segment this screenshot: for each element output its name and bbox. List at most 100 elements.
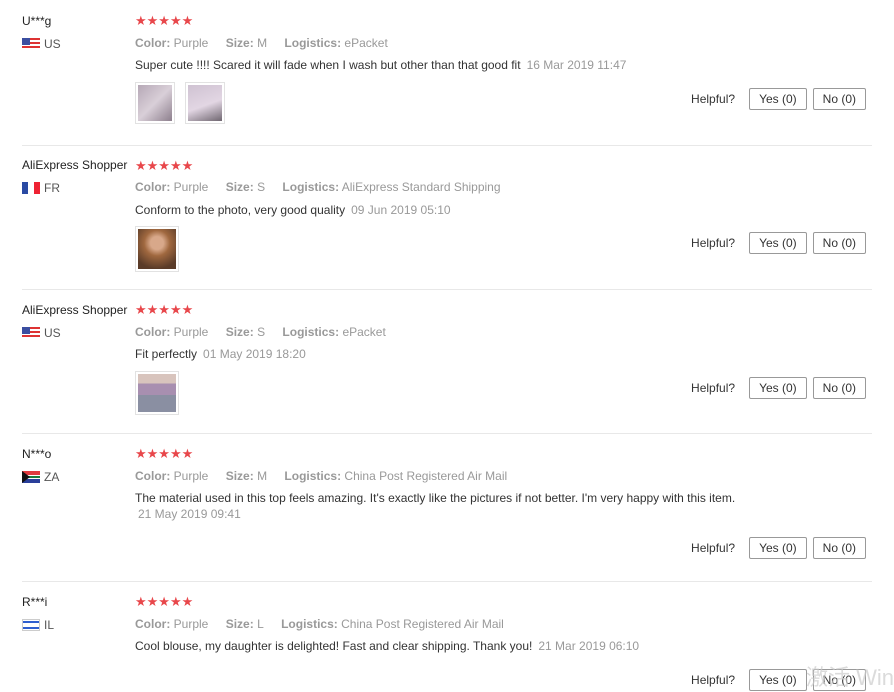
size-label: Size: xyxy=(225,617,254,631)
il-flag-icon xyxy=(22,619,40,631)
reviewer-name: N***o xyxy=(22,447,52,461)
color-label: Color: xyxy=(135,36,171,50)
country-code: US xyxy=(44,37,61,51)
order-info: Color: Purple Size: M Logistics: ePacket xyxy=(135,36,402,50)
size-label: Size: xyxy=(225,180,254,194)
helpful-no-button[interactable]: No (0) xyxy=(812,232,866,254)
review-text: Conform to the photo, very good quality 0… xyxy=(135,203,451,217)
helpful-label: Helpful? xyxy=(691,381,736,395)
us-flag-icon xyxy=(22,327,40,339)
country-code: US xyxy=(44,326,61,340)
helpful-label: Helpful? xyxy=(691,92,736,106)
review-date: 21 May 2019 09:41 xyxy=(138,507,241,521)
review-date: 09 Jun 2019 05:10 xyxy=(351,203,451,217)
color-value: Purple xyxy=(173,36,209,50)
logistics-value: AliExpress Standard Shipping xyxy=(341,180,501,194)
photo-image xyxy=(138,85,172,121)
color-label: Color: xyxy=(135,617,171,631)
logistics-label: Logistics: xyxy=(282,180,340,194)
reviewer-name: U***g xyxy=(22,14,52,28)
review-body: Fit perfectly xyxy=(135,347,198,361)
color-value: Purple xyxy=(173,617,209,631)
size-value: M xyxy=(257,36,268,50)
divider xyxy=(22,433,872,434)
country-code: IL xyxy=(44,618,55,632)
helpful-label: Helpful? xyxy=(691,236,736,250)
review-photo[interactable] xyxy=(135,226,179,272)
logistics-label: Logistics: xyxy=(284,469,342,483)
divider xyxy=(22,289,872,290)
rating-stars: ★★★★★ xyxy=(135,302,194,317)
helpful-label: Helpful? xyxy=(691,673,736,687)
reviewer-country: US xyxy=(22,37,61,51)
color-value: Purple xyxy=(173,325,209,339)
review-date: 16 Mar 2019 11:47 xyxy=(526,58,627,72)
review-text: Fit perfectly 01 May 2019 18:20 xyxy=(135,347,306,361)
reviewer-country: ZA xyxy=(22,470,59,484)
reviewer-country: IL xyxy=(22,618,54,632)
reviewer-country: FR xyxy=(22,181,60,195)
rating-stars: ★★★★★ xyxy=(135,594,194,609)
logistics-value: ePacket xyxy=(344,36,388,50)
logistics-value: China Post Registered Air Mail xyxy=(341,617,504,631)
review-photo[interactable] xyxy=(185,82,225,124)
order-info: Color: Purple Size: S Logistics: AliExpr… xyxy=(135,180,515,194)
reviewer-name: AliExpress Shopper xyxy=(22,303,128,317)
size-value: L xyxy=(257,617,264,631)
rating-stars: ★★★★★ xyxy=(135,13,194,28)
review-body: Super cute !!!! Scared it will fade when… xyxy=(135,58,521,72)
color-label: Color: xyxy=(135,469,171,483)
helpful-votes: Helpful? Yes (0) No (0) xyxy=(691,537,866,559)
photo-image xyxy=(188,85,222,121)
photo-image xyxy=(138,374,176,412)
helpful-votes: Helpful? Yes (0) No (0) xyxy=(691,232,866,254)
color-value: Purple xyxy=(173,469,209,483)
review-text: Super cute !!!! Scared it will fade when… xyxy=(135,58,626,72)
helpful-no-button[interactable]: No (0) xyxy=(812,88,866,110)
reviewer-name: AliExpress Shopper xyxy=(22,158,128,172)
us-flag-icon xyxy=(22,38,40,50)
review-photo[interactable] xyxy=(135,82,175,124)
review-text: Cool blouse, my daughter is delighted! F… xyxy=(135,639,639,653)
color-label: Color: xyxy=(135,325,171,339)
helpful-yes-button[interactable]: Yes (0) xyxy=(749,377,807,399)
size-value: S xyxy=(257,180,266,194)
reviewer-country: US xyxy=(22,326,61,340)
fr-flag-icon xyxy=(22,182,40,194)
order-info: Color: Purple Size: S Logistics: ePacket xyxy=(135,325,400,339)
size-value: M xyxy=(257,469,268,483)
logistics-value: China Post Registered Air Mail xyxy=(344,469,508,483)
color-label: Color: xyxy=(135,180,171,194)
helpful-yes-button[interactable]: Yes (0) xyxy=(749,88,807,110)
logistics-label: Logistics: xyxy=(282,325,340,339)
country-code: FR xyxy=(44,181,60,195)
size-label: Size: xyxy=(225,36,254,50)
divider xyxy=(22,145,872,146)
helpful-yes-button[interactable]: Yes (0) xyxy=(749,537,807,559)
divider xyxy=(22,581,872,582)
helpful-votes: Helpful? Yes (0) No (0) xyxy=(691,377,866,399)
review-photo[interactable] xyxy=(135,371,179,415)
rating-stars: ★★★★★ xyxy=(135,158,194,173)
helpful-no-button[interactable]: No (0) xyxy=(812,377,866,399)
size-label: Size: xyxy=(225,469,254,483)
logistics-label: Logistics: xyxy=(284,36,342,50)
helpful-label: Helpful? xyxy=(691,541,736,555)
za-flag-icon xyxy=(22,471,40,483)
review-date: 01 May 2019 18:20 xyxy=(203,347,306,361)
review-date: 21 Mar 2019 06:10 xyxy=(538,639,640,653)
size-value: S xyxy=(257,325,266,339)
review-body: Cool blouse, my daughter is delighted! F… xyxy=(135,639,533,653)
review-body: Conform to the photo, very good quality xyxy=(135,203,346,217)
rating-stars: ★★★★★ xyxy=(135,446,194,461)
reviewer-name: R***i xyxy=(22,595,48,609)
helpful-yes-button[interactable]: Yes (0) xyxy=(749,232,807,254)
helpful-yes-button[interactable]: Yes (0) xyxy=(749,669,807,691)
helpful-no-button[interactable]: No (0) xyxy=(812,537,866,559)
color-value: Purple xyxy=(173,180,209,194)
activation-watermark: 激活 Win xyxy=(805,665,894,690)
size-label: Size: xyxy=(225,325,254,339)
logistics-label: Logistics: xyxy=(281,617,338,631)
order-info: Color: Purple Size: L Logistics: China P… xyxy=(135,617,518,631)
helpful-votes: Helpful? Yes (0) No (0) xyxy=(691,88,866,110)
